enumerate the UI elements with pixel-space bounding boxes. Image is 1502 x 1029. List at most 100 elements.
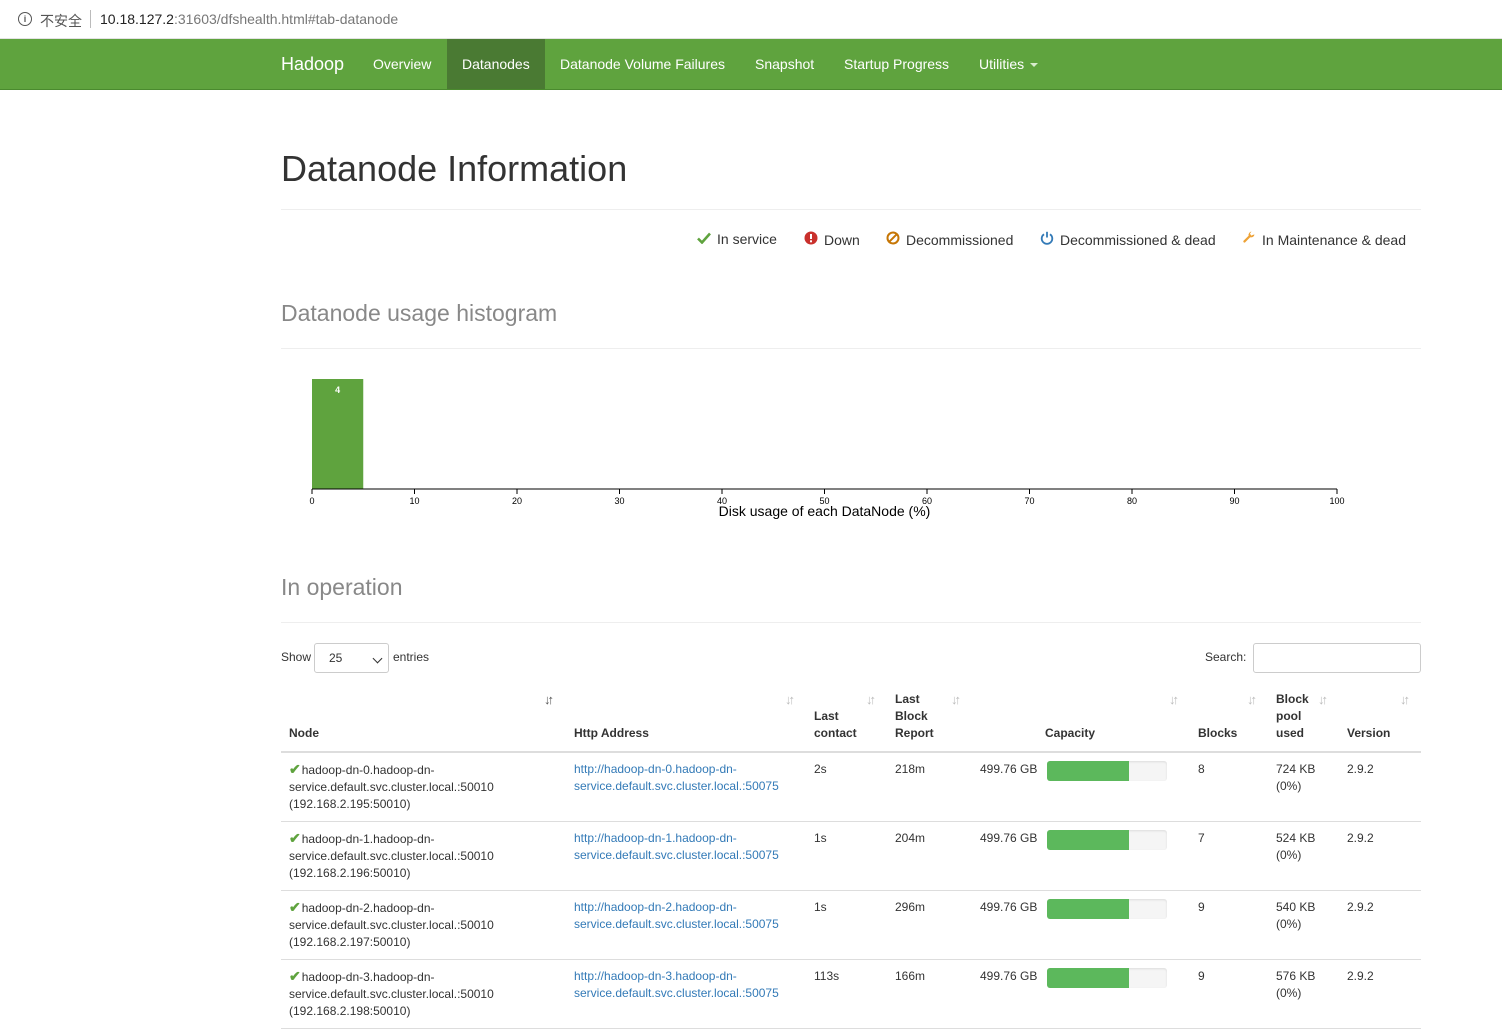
- sort-icon[interactable]: ↓↑: [1318, 692, 1328, 707]
- header-line: Last: [814, 709, 839, 723]
- sort-asc-icon[interactable]: ↓↑: [544, 692, 554, 707]
- pool-percent: (0%): [1276, 917, 1302, 931]
- exclamation-circle-icon: [804, 231, 818, 245]
- nav-utilities[interactable]: Utilities: [964, 39, 1053, 89]
- sort-icon[interactable]: ↓↑: [1169, 692, 1179, 707]
- x-tick-label: 90: [1229, 496, 1239, 506]
- capacity-used-fill: [1047, 830, 1129, 850]
- legend-decommissioned: Decommissioned: [886, 231, 1013, 248]
- http-address-link[interactable]: http://hadoop-dn-0.hadoop-dn-service.def…: [574, 761, 779, 795]
- histogram-bar-label: 4: [335, 385, 340, 395]
- column-header-block-pool-used[interactable]: Block pool used: [1276, 691, 1309, 742]
- check-icon: ✔: [289, 761, 301, 777]
- node-domain: service.default.svc.cluster.local.:50010: [289, 780, 494, 794]
- header-line: Report: [895, 726, 934, 740]
- url-host: 10.18.127.2: [100, 11, 174, 27]
- info-icon[interactable]: i: [18, 12, 32, 26]
- node-ip: (192.168.2.198:50010): [289, 1004, 411, 1018]
- http-line: http://hadoop-dn-0.hadoop-dn-: [574, 762, 737, 776]
- capacity-progress-bar: [1047, 899, 1167, 919]
- pool-size: 724 KB: [1276, 762, 1316, 776]
- search-label: Search:: [1205, 650, 1247, 664]
- http-address-link[interactable]: http://hadoop-dn-2.hadoop-dn-service.def…: [574, 899, 779, 933]
- capacity-progress-bar: [1047, 761, 1167, 781]
- column-header-last-block-report[interactable]: Last Block Report: [895, 691, 934, 742]
- x-tick-label: 10: [409, 496, 419, 506]
- page-title: Datanode Information: [281, 148, 628, 189]
- http-line: service.default.svc.cluster.local.:50075: [574, 779, 779, 793]
- capacity-used-fill: [1047, 899, 1129, 919]
- capacity-used-fill: [1047, 761, 1129, 781]
- sort-icon[interactable]: ↓↑: [1400, 692, 1410, 707]
- sort-icon[interactable]: ↓↑: [1247, 692, 1257, 707]
- http-address-link[interactable]: http://hadoop-dn-3.hadoop-dn-service.def…: [574, 968, 779, 1002]
- http-line: service.default.svc.cluster.local.:50075: [574, 986, 779, 1000]
- check-icon: ✔: [289, 899, 301, 915]
- ban-icon: [886, 231, 900, 245]
- table-header-divider: [281, 751, 1421, 753]
- node-line: ✔hadoop-dn-2.hadoop-dn-: [289, 899, 494, 917]
- node-cell: ✔hadoop-dn-3.hadoop-dn- service.default.…: [289, 968, 494, 1020]
- header-line: pool: [1276, 709, 1302, 723]
- header-line: contact: [814, 726, 857, 740]
- browser-address-bar[interactable]: i 不安全 10.18.127.2:31603/dfshealth.html#t…: [0, 0, 1502, 39]
- header-line: used: [1276, 726, 1305, 740]
- column-header-version[interactable]: Version: [1347, 725, 1390, 742]
- nav-datanode-volume-failures[interactable]: Datanode Volume Failures: [545, 39, 740, 89]
- column-header-last-contact[interactable]: Last contact: [814, 708, 857, 742]
- legend-label: In service: [717, 231, 777, 247]
- column-header-blocks[interactable]: Blocks: [1198, 725, 1237, 742]
- check-icon: ✔: [289, 968, 301, 984]
- nav-datanodes[interactable]: Datanodes: [447, 39, 545, 89]
- pool-percent: (0%): [1276, 779, 1302, 793]
- block-pool-used-cell: 540 KB (0%): [1276, 899, 1315, 933]
- page-size-select[interactable]: 25: [314, 643, 389, 673]
- legend-label: Decommissioned & dead: [1060, 232, 1216, 248]
- node-ip: (192.168.2.197:50010): [289, 935, 411, 949]
- node-name: hadoop-dn-3.hadoop-dn-: [301, 970, 435, 984]
- last-contact-cell: 113s: [814, 969, 840, 983]
- last-block-report-cell: 218m: [895, 762, 926, 776]
- node-domain: service.default.svc.cluster.local.:50010: [289, 987, 494, 1001]
- nav-startup-progress[interactable]: Startup Progress: [829, 39, 964, 89]
- node-domain: service.default.svc.cluster.local.:50010: [289, 918, 494, 932]
- url-path: :31603/dfshealth.html#tab-datanode: [173, 11, 399, 27]
- header-line: Last: [895, 692, 920, 706]
- capacity-cell: 499.76 GB: [980, 900, 1038, 914]
- legend-maintenance-dead: In Maintenance & dead: [1242, 231, 1406, 248]
- security-label: 不安全: [40, 13, 82, 29]
- sort-icon[interactable]: ↓↑: [951, 692, 961, 707]
- node-cell: ✔hadoop-dn-0.hadoop-dn- service.default.…: [289, 761, 494, 813]
- top-navbar: Hadoop Overview Datanodes Datanode Volum…: [0, 39, 1502, 90]
- column-header-capacity[interactable]: Capacity: [1045, 725, 1095, 742]
- chevron-down-icon: [372, 653, 383, 664]
- pool-size: 576 KB: [1276, 969, 1316, 983]
- node-cell: ✔hadoop-dn-1.hadoop-dn- service.default.…: [289, 830, 494, 882]
- capacity-progress-bar: [1047, 968, 1167, 988]
- http-line: http://hadoop-dn-2.hadoop-dn-: [574, 900, 737, 914]
- url-text[interactable]: 10.18.127.2:31603/dfshealth.html#tab-dat…: [100, 11, 398, 27]
- block-pool-used-cell: 576 KB (0%): [1276, 968, 1315, 1002]
- entries-label: entries: [393, 650, 430, 664]
- title-divider: [281, 209, 1421, 210]
- brand-link[interactable]: Hadoop: [281, 54, 344, 75]
- http-line: service.default.svc.cluster.local.:50075: [574, 848, 779, 862]
- node-cell: ✔hadoop-dn-2.hadoop-dn- service.default.…: [289, 899, 494, 951]
- nav-overview[interactable]: Overview: [358, 39, 446, 89]
- usage-histogram: 40 10 20 30 40 50 60 70 80 90 100Disk usage of eac…: [309, 379, 1345, 519]
- last-contact-cell: 1s: [814, 900, 827, 914]
- sort-icon[interactable]: ↓↑: [866, 692, 876, 707]
- column-header-node[interactable]: Node: [289, 725, 319, 742]
- search-input[interactable]: [1253, 643, 1421, 673]
- x-tick-label: 100: [1329, 496, 1344, 506]
- legend-decommissioned-dead: Decommissioned & dead: [1040, 231, 1216, 248]
- column-header-http[interactable]: Http Address: [574, 725, 649, 742]
- node-line: ✔hadoop-dn-3.hadoop-dn-: [289, 968, 494, 986]
- http-address-link[interactable]: http://hadoop-dn-1.hadoop-dn-service.def…: [574, 830, 779, 864]
- nav-snapshot[interactable]: Snapshot: [740, 39, 829, 89]
- http-address-cell: http://hadoop-dn-0.hadoop-dn-service.def…: [574, 761, 779, 795]
- histogram-heading: Datanode usage histogram: [281, 300, 558, 326]
- sort-icon[interactable]: ↓↑: [785, 692, 795, 707]
- last-block-report-cell: 296m: [895, 900, 926, 914]
- node-domain: service.default.svc.cluster.local.:50010: [289, 849, 494, 863]
